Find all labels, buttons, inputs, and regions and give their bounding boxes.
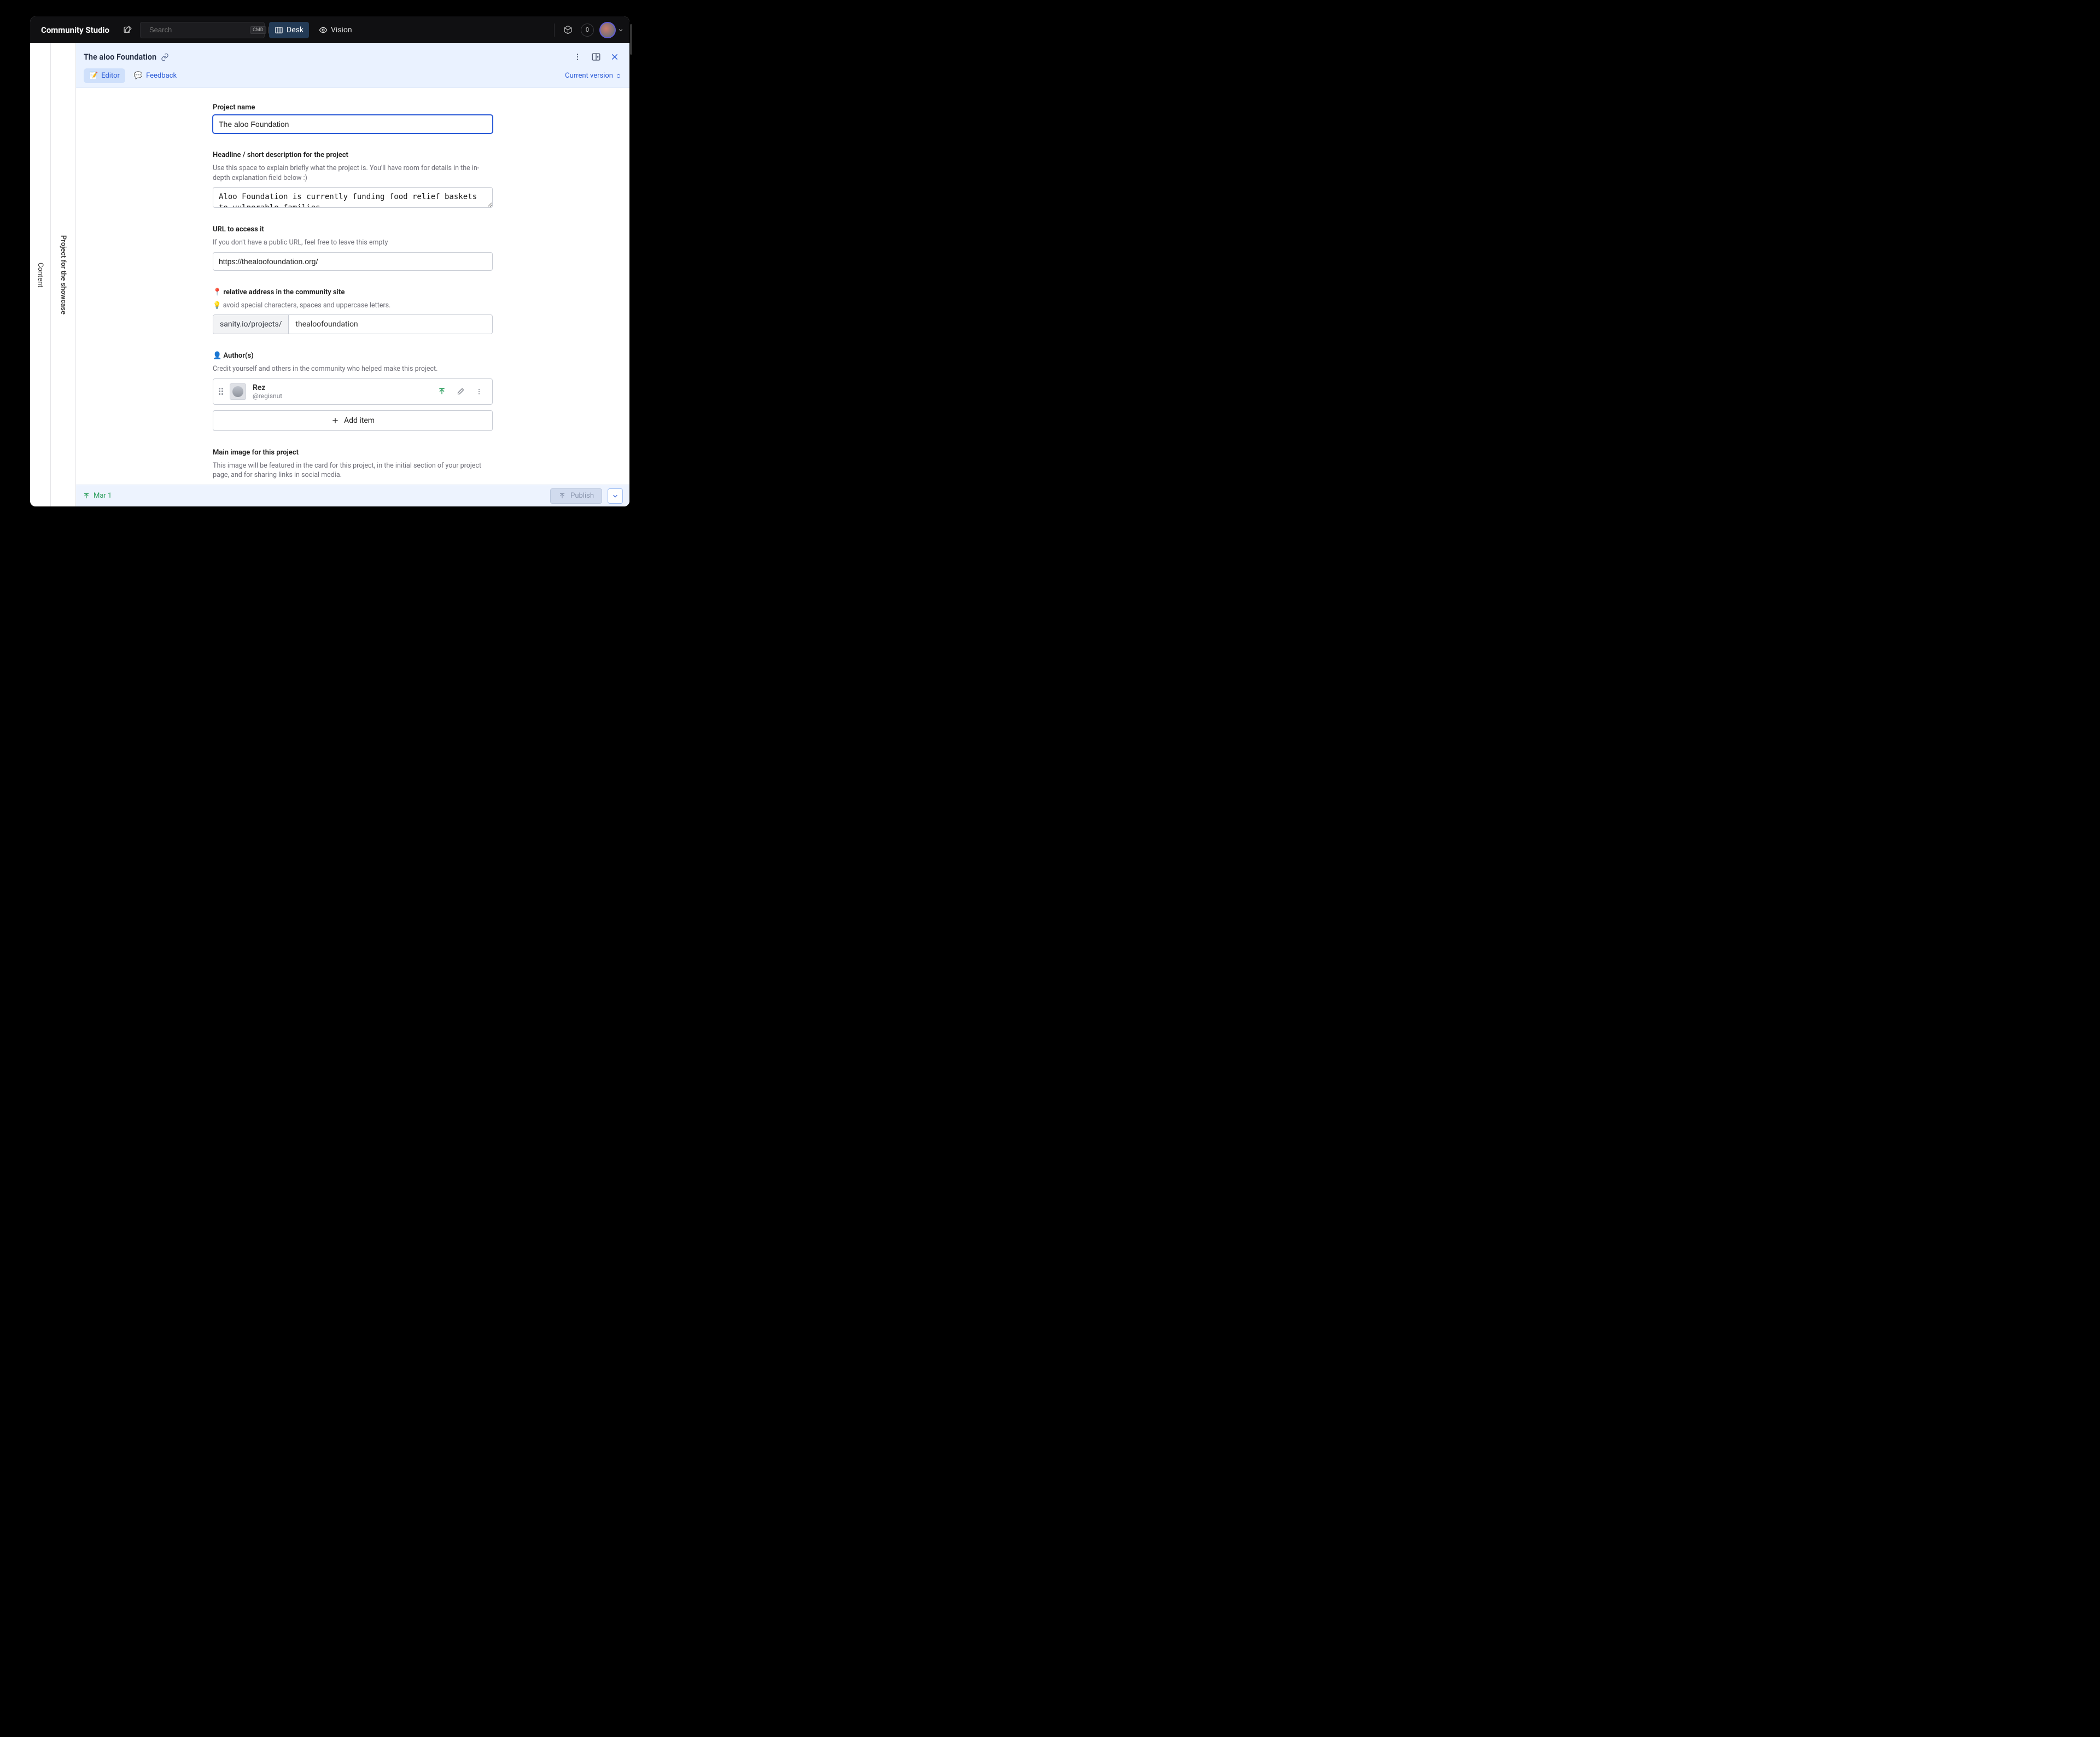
author-edit-icon[interactable]: [453, 384, 468, 399]
author-handle: @regisnut: [253, 392, 282, 400]
field-slug: 📍 relative address in the community site…: [213, 288, 493, 335]
field-authors: 👤 Author(s) Credit yourself and others i…: [213, 352, 493, 431]
form: Project name Headline / short descriptio…: [213, 103, 493, 485]
tool-desk[interactable]: Desk: [269, 22, 309, 38]
slug-box: sanity.io/projects/ thealoofoundation: [213, 314, 493, 334]
tab-feedback[interactable]: 💬 Feedback: [129, 68, 182, 83]
topbar-divider: [554, 24, 555, 37]
tool-vision[interactable]: Vision: [313, 22, 358, 38]
topbar: Community Studio CMDK Desk Vision 0: [30, 16, 629, 43]
version-selector[interactable]: Current version: [565, 72, 622, 80]
publish-icon: [558, 492, 566, 500]
pin-icon: 📍: [213, 288, 221, 296]
chevron-down-icon: [611, 492, 619, 500]
bulb-icon: 💡: [213, 301, 221, 310]
headline-input[interactable]: Aloo Foundation is currently funding foo…: [213, 187, 493, 208]
panel-header: The aloo Foundation: [76, 43, 629, 88]
topbar-right: 0: [554, 22, 624, 38]
search-box[interactable]: CMDK: [140, 22, 265, 38]
slug-prefix: sanity.io/projects/: [213, 315, 289, 334]
panel-footer: Mar 1 Publish: [76, 485, 629, 506]
editor-panel: The aloo Foundation: [76, 43, 629, 506]
slug-input[interactable]: thealoofoundation: [289, 315, 492, 334]
author-name: Rez: [253, 383, 282, 392]
panel-menu[interactable]: [570, 50, 585, 64]
person-icon: 👤: [213, 352, 221, 360]
select-icon: [615, 72, 622, 80]
drag-handle[interactable]: [219, 388, 223, 395]
notification-count[interactable]: 0: [581, 24, 594, 37]
publish-button[interactable]: Publish: [550, 488, 602, 504]
publish-menu[interactable]: [608, 488, 623, 504]
field-project-name: Project name: [213, 103, 493, 133]
form-scroll[interactable]: Project name Headline / short descriptio…: [76, 88, 629, 485]
field-headline: Headline / short description for the pro…: [213, 151, 493, 208]
panel-tabs: 📝 Editor 💬 Feedback Current version: [84, 68, 622, 88]
author-publish-icon[interactable]: [434, 384, 450, 399]
body: Content Project for the showcase The alo…: [30, 43, 629, 506]
author-item[interactable]: Rez @regisnut: [213, 378, 493, 405]
document-title: The aloo Foundation: [84, 53, 156, 62]
uparrow-icon: [83, 492, 90, 500]
plus-icon: [331, 416, 340, 425]
speech-icon: 💬: [134, 72, 143, 80]
author-menu-icon[interactable]: [471, 384, 487, 399]
panels-icon: [275, 26, 283, 34]
split-pane-button[interactable]: [589, 50, 603, 64]
author-avatar: [230, 383, 246, 400]
avatar: [599, 22, 616, 38]
field-main-image: Main image for this project This image w…: [213, 448, 493, 485]
sidecol-project[interactable]: Project for the showcase: [51, 43, 76, 506]
split-icon: [591, 52, 601, 62]
window-scrollbar[interactable]: [630, 24, 632, 55]
compose-button[interactable]: [119, 22, 136, 38]
eye-icon: [319, 26, 328, 34]
package-icon: [563, 25, 573, 34]
memo-icon: 📝: [89, 72, 98, 80]
tab-editor[interactable]: 📝 Editor: [84, 68, 125, 83]
last-published[interactable]: Mar 1: [83, 492, 112, 500]
brand-title: Community Studio: [36, 25, 115, 35]
close-icon: [610, 53, 619, 61]
account-menu[interactable]: [599, 22, 624, 38]
kebab-icon: [573, 53, 582, 61]
close-panel-button[interactable]: [608, 50, 622, 64]
link-icon[interactable]: [161, 53, 169, 61]
search-input[interactable]: [149, 26, 246, 34]
url-input[interactable]: [213, 252, 493, 271]
field-url: URL to access it If you don't have a pub…: [213, 225, 493, 271]
author-actions: [434, 384, 487, 399]
sidecol-content[interactable]: Content: [30, 43, 51, 506]
app-window: Community Studio CMDK Desk Vision 0: [30, 16, 629, 506]
package-button[interactable]: [560, 22, 575, 38]
add-author-button[interactable]: Add item: [213, 410, 493, 431]
project-name-input[interactable]: [213, 115, 493, 133]
chevron-down-icon: [617, 27, 624, 33]
